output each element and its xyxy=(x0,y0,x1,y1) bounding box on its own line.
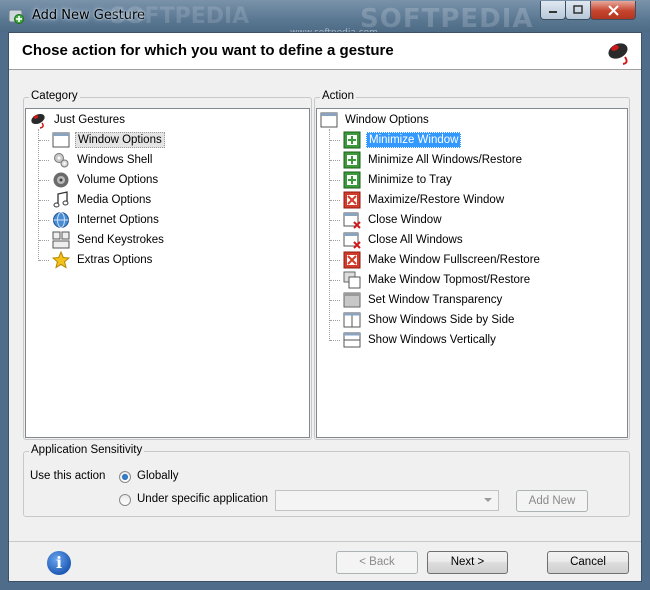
radio-specific-app-label[interactable]: Under specific application xyxy=(137,493,268,505)
dialog-window: Add New Gesture SOFTPEDIA SOFTPEDIA www.… xyxy=(0,0,650,590)
tree-item-label: Volume Options xyxy=(77,174,159,186)
back-button[interactable]: < Back xyxy=(336,551,418,574)
minimize-icon xyxy=(549,11,557,13)
add-new-button[interactable]: Add New xyxy=(516,490,588,512)
action-side-by-side[interactable]: Show Windows Side by Side xyxy=(343,310,516,330)
star-icon xyxy=(52,251,70,269)
tree-item-label: Set Window Transparency xyxy=(368,294,503,306)
side-by-side-icon xyxy=(343,312,361,328)
category-label: Category xyxy=(29,90,80,102)
radio-globally[interactable] xyxy=(119,471,131,483)
music-note-icon xyxy=(53,191,69,208)
application-select[interactable] xyxy=(275,490,499,511)
action-close-all[interactable]: Close All Windows xyxy=(343,230,465,250)
tree-item-windows-shell[interactable]: Windows Shell xyxy=(52,150,154,170)
minimize-tray-icon xyxy=(343,171,361,189)
tree-item-label: Media Options xyxy=(77,194,152,206)
action-maximize-restore[interactable]: Maximize/Restore Window xyxy=(343,190,506,210)
speaker-icon xyxy=(53,172,69,188)
sensitivity-label: Application Sensitivity xyxy=(29,444,145,456)
header-panel: Chose action for which you want to defin… xyxy=(9,33,641,70)
tree-item-label: Window Options xyxy=(345,114,429,126)
tree-item-label: Close Window xyxy=(368,214,442,226)
radio-globally-label[interactable]: Globally xyxy=(137,470,179,482)
mouse-gesture-icon xyxy=(31,113,45,129)
tree-item-window-options-root[interactable]: Window Options xyxy=(320,110,431,130)
dialog-client: Chose action for which you want to defin… xyxy=(8,32,642,582)
minimize-button[interactable] xyxy=(540,1,566,20)
close-icon xyxy=(607,4,619,16)
close-window-icon xyxy=(343,212,361,229)
cancel-button[interactable]: Cancel xyxy=(547,551,629,574)
tree-item-volume-options[interactable]: Volume Options xyxy=(52,170,160,190)
keyboard-icon xyxy=(52,231,70,249)
mouse-gesture-logo-icon xyxy=(608,43,628,65)
action-close-window[interactable]: Close Window xyxy=(343,210,444,230)
action-transparency[interactable]: Set Window Transparency xyxy=(343,290,504,310)
title-bar[interactable]: Add New Gesture SOFTPEDIA SOFTPEDIA www.… xyxy=(0,0,650,38)
tree-item-just-gestures[interactable]: Just Gestures xyxy=(29,110,127,130)
action-minimize-window[interactable]: Minimize Window xyxy=(343,130,462,150)
tree-item-label: Minimize All Windows/Restore xyxy=(368,154,523,166)
tree-item-label: Show Windows Side by Side xyxy=(368,314,515,326)
minimize-all-icon xyxy=(343,151,361,169)
action-vertically[interactable]: Show Windows Vertically xyxy=(343,330,498,350)
watermark-left: SOFTPEDIA xyxy=(110,4,250,29)
close-button[interactable] xyxy=(590,1,636,20)
chevron-down-icon xyxy=(484,498,492,502)
add-gesture-icon xyxy=(8,9,24,24)
tree-item-label: Send Keystrokes xyxy=(77,234,164,246)
action-tree[interactable]: Window Options Minimize Window Minimize … xyxy=(316,108,628,438)
tree-item-label: Close All Windows xyxy=(368,234,463,246)
watermark-right: SOFTPEDIA xyxy=(360,4,534,34)
minimize-window-icon xyxy=(343,131,361,149)
close-all-icon xyxy=(343,232,361,249)
next-button[interactable]: Next > xyxy=(427,551,508,574)
globe-icon xyxy=(53,212,69,228)
tree-item-label: Just Gestures xyxy=(54,114,125,126)
gears-icon xyxy=(54,153,69,168)
action-fullscreen[interactable]: Make Window Fullscreen/Restore xyxy=(343,250,542,270)
tree-item-internet-options[interactable]: Internet Options xyxy=(52,210,161,230)
window-icon xyxy=(52,132,70,148)
topmost-icon xyxy=(343,271,361,289)
tree-item-label: Minimize Window xyxy=(366,132,462,148)
category-tree[interactable]: Just Gestures Window Options Windows She… xyxy=(25,108,310,438)
maximize-icon xyxy=(573,5,583,14)
footer-divider xyxy=(9,541,641,542)
tree-item-label: Internet Options xyxy=(77,214,159,226)
action-label: Action xyxy=(320,90,356,102)
tree-item-label: Extras Options xyxy=(77,254,153,266)
tree-item-label: Make Window Topmost/Restore xyxy=(368,274,531,286)
tree-item-label: Maximize/Restore Window xyxy=(368,194,505,206)
tree-item-label: Windows Shell xyxy=(77,154,153,166)
tree-item-extras-options[interactable]: Extras Options xyxy=(52,250,154,270)
tree-item-label: Make Window Fullscreen/Restore xyxy=(368,254,540,266)
tree-item-send-keystrokes[interactable]: Send Keystrokes xyxy=(52,230,166,250)
maximize-icon xyxy=(343,191,361,209)
transparency-icon xyxy=(343,292,361,308)
tree-item-window-options[interactable]: Window Options xyxy=(52,130,165,150)
page-title: Chose action for which you want to defin… xyxy=(22,42,394,59)
tree-item-media-options[interactable]: Media Options xyxy=(52,190,153,210)
use-action-label: Use this action xyxy=(30,470,106,482)
action-topmost[interactable]: Make Window Topmost/Restore xyxy=(343,270,532,290)
info-icon[interactable]: i xyxy=(47,551,71,575)
tree-item-label: Window Options xyxy=(75,132,165,148)
action-minimize-all[interactable]: Minimize All Windows/Restore xyxy=(343,150,524,170)
radio-specific-app[interactable] xyxy=(119,494,131,506)
vertical-icon xyxy=(343,332,361,348)
maximize-button[interactable] xyxy=(565,1,591,20)
action-minimize-tray[interactable]: Minimize to Tray xyxy=(343,170,454,190)
tree-item-label: Show Windows Vertically xyxy=(368,334,496,346)
tree-item-label: Minimize to Tray xyxy=(368,174,452,186)
fullscreen-icon xyxy=(343,251,361,269)
window-icon xyxy=(320,112,338,128)
